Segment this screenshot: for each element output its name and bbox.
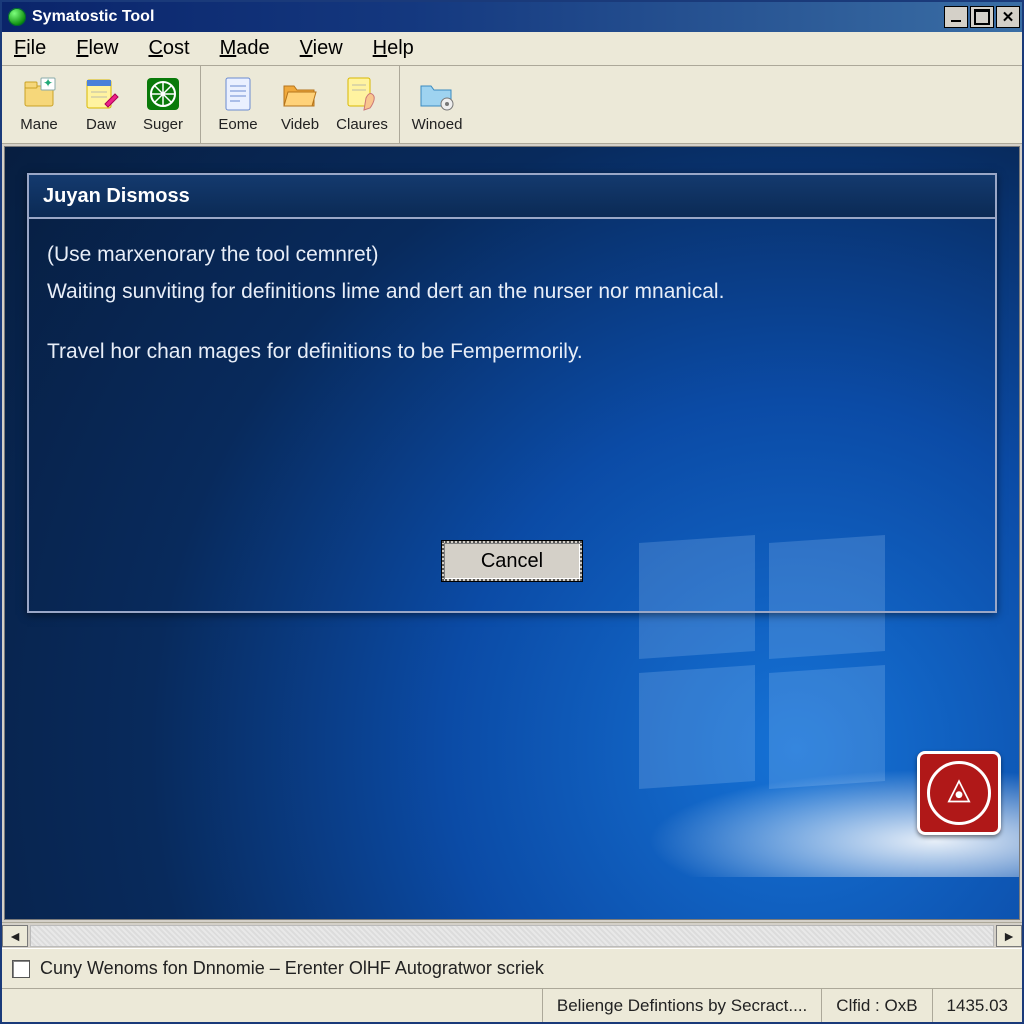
- title-bar: Symatostic Tool: [2, 2, 1022, 32]
- folder-gear-icon: [417, 74, 457, 114]
- folder-new-icon: ✦: [19, 74, 59, 114]
- note-hand-icon: [342, 74, 382, 114]
- toolbar-daw[interactable]: Daw: [70, 70, 132, 139]
- folder-open-icon: [280, 74, 320, 114]
- content-area: Juyan Dismoss (Use marxenorary the tool …: [4, 146, 1020, 920]
- menu-view[interactable]: View: [294, 35, 349, 62]
- toolbar-eome[interactable]: Eome: [207, 70, 269, 139]
- window-buttons: [944, 6, 1020, 28]
- document-lines-icon: [218, 74, 258, 114]
- menu-bar: File Flew Cost Made View Help: [2, 32, 1022, 66]
- toolbar-group-3: Winoed: [400, 66, 474, 143]
- menu-file[interactable]: File: [8, 35, 52, 62]
- toolbar-mane-label: Mane: [20, 117, 58, 132]
- minimize-button[interactable]: [944, 6, 968, 28]
- status-clfid: Clfid : OxB: [821, 989, 931, 1022]
- horizontal-scrollbar[interactable]: ◄ ►: [2, 922, 1022, 948]
- brand-badge: [917, 751, 1001, 835]
- toolbar-daw-label: Daw: [86, 117, 116, 132]
- toolbar: ✦ Mane Daw Suger Eom: [2, 66, 1022, 144]
- dialog-line-3: Travel hor chan mages for definitions to…: [47, 336, 977, 369]
- svg-text:✦: ✦: [43, 76, 53, 90]
- option-row: Cuny Wenoms fon Dnnomie – Erenter OlHF A…: [2, 948, 1022, 988]
- toolbar-claures[interactable]: Claures: [331, 70, 393, 139]
- menu-help[interactable]: Help: [367, 35, 420, 62]
- dialog-title: Juyan Dismoss: [29, 175, 995, 219]
- menu-cost[interactable]: Cost: [142, 35, 195, 62]
- app-icon: [8, 8, 26, 26]
- menu-view-rest: iew: [313, 37, 343, 59]
- scroll-right-button[interactable]: ►: [996, 925, 1022, 947]
- dialog-button-row: Cancel: [29, 541, 995, 611]
- toolbar-group-2: Eome Videb Claures: [201, 66, 400, 143]
- toolbar-videb-label: Videb: [281, 117, 319, 132]
- status-number: 1435.03: [932, 989, 1022, 1022]
- option-checkbox[interactable]: [12, 960, 30, 978]
- status-spacer: [2, 989, 542, 1022]
- toolbar-winoed[interactable]: Winoed: [406, 70, 468, 139]
- menu-flew-rest: lew: [88, 37, 118, 59]
- maximize-button[interactable]: [970, 6, 994, 28]
- menu-made-rest: ade: [236, 37, 269, 59]
- toolbar-claures-label: Claures: [336, 117, 388, 132]
- toolbar-videb[interactable]: Videb: [269, 70, 331, 139]
- app-window: Symatostic Tool File Flew Cost Made View…: [0, 0, 1024, 1024]
- toolbar-mane[interactable]: ✦ Mane: [8, 70, 70, 139]
- toolbar-eome-label: Eome: [218, 117, 257, 132]
- status-bar: Belienge Defintions by Secract.... Clfid…: [2, 988, 1022, 1022]
- option-label: Cuny Wenoms fon Dnnomie – Erenter OlHF A…: [40, 958, 544, 979]
- menu-cost-rest: ost: [163, 37, 190, 59]
- note-pencil-icon: [81, 74, 121, 114]
- close-button[interactable]: [996, 6, 1020, 28]
- toolbar-group-1: ✦ Mane Daw Suger: [2, 66, 201, 143]
- window-title: Symatostic Tool: [32, 8, 944, 26]
- globe-green-icon: [143, 74, 183, 114]
- badge-emblem-icon: [927, 761, 991, 825]
- cancel-button[interactable]: Cancel: [442, 541, 582, 581]
- dialog-body: (Use marxenorary the tool cemnret) Waiti…: [29, 219, 995, 541]
- menu-made[interactable]: Made: [214, 35, 276, 62]
- menu-file-rest: ile: [26, 37, 46, 59]
- dialog-line-2: Waiting sunviting for definitions lime a…: [47, 276, 977, 309]
- dialog-line-1: (Use marxenorary the tool cemnret): [47, 239, 977, 272]
- menu-help-rest: elp: [387, 37, 414, 59]
- toolbar-suger-label: Suger: [143, 117, 183, 132]
- status-definitions: Belienge Defintions by Secract....: [542, 989, 821, 1022]
- scroll-track[interactable]: [30, 925, 994, 947]
- progress-dialog: Juyan Dismoss (Use marxenorary the tool …: [27, 173, 997, 613]
- menu-flew[interactable]: Flew: [70, 35, 124, 62]
- toolbar-winoed-label: Winoed: [412, 117, 463, 132]
- scroll-left-button[interactable]: ◄: [2, 925, 28, 947]
- toolbar-suger[interactable]: Suger: [132, 70, 194, 139]
